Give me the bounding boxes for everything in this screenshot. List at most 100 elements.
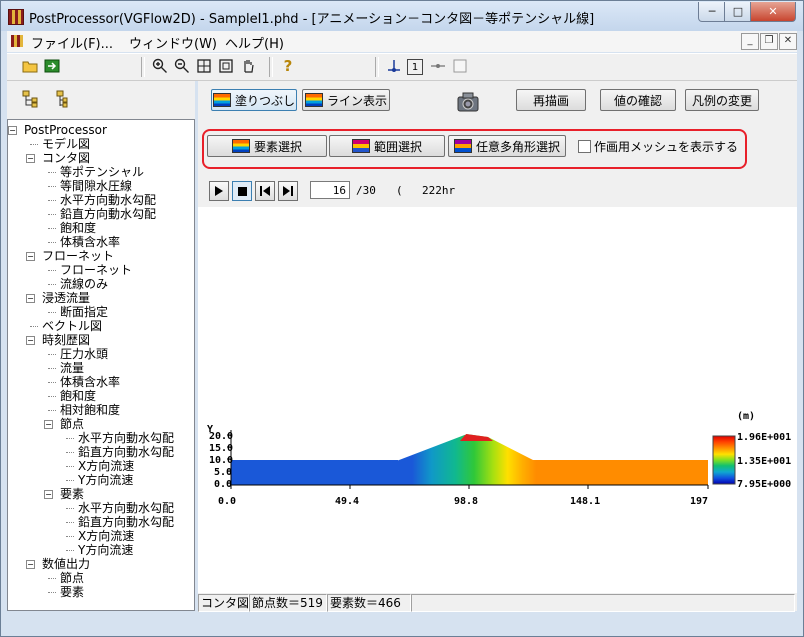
tree-item[interactable]: 流量 <box>60 361 84 375</box>
blank-frame-icon[interactable] <box>451 57 469 75</box>
camera-icon[interactable] <box>455 89 481 115</box>
tree-item[interactable]: 水平方向動水勾配 <box>78 431 174 445</box>
first-node-icon[interactable] <box>385 57 403 75</box>
tree-item[interactable]: 時刻歴図 <box>42 333 90 347</box>
change-legend-button[interactable]: 凡例の変更 <box>685 89 759 111</box>
maximize-button[interactable]: □ <box>724 2 752 22</box>
tree-item[interactable]: 飽和度 <box>60 389 96 403</box>
collapse-tree-icon[interactable] <box>51 90 69 108</box>
tree-collapse-toggle[interactable]: − <box>26 336 35 345</box>
step-forward-button[interactable] <box>278 181 298 201</box>
tree-collapse-toggle[interactable]: − <box>44 490 53 499</box>
tree-item[interactable]: 水平方向動水勾配 <box>60 193 156 207</box>
tree-connector-line <box>48 396 56 397</box>
tree-item[interactable]: 要素 <box>60 487 84 501</box>
export-icon[interactable] <box>43 57 61 75</box>
tree-item[interactable]: 体積含水率 <box>60 375 120 389</box>
expand-tree-icon[interactable] <box>21 90 39 108</box>
fit-view-icon[interactable] <box>195 57 213 75</box>
range-select-button[interactable]: 範囲選択 <box>329 135 445 157</box>
tree-item[interactable]: 等間隙水圧線 <box>60 179 132 193</box>
menu-file[interactable]: ファイル(F)... <box>31 33 113 52</box>
legend-min-label: 7.95E+000 <box>737 479 791 490</box>
fill-mode-button[interactable]: 塗りつぶし <box>211 89 297 111</box>
play-button[interactable] <box>209 181 229 201</box>
element-select-button[interactable]: 要素選択 <box>207 135 327 157</box>
tree-item[interactable]: 体積含水率 <box>60 235 120 249</box>
frame-input[interactable]: 16 <box>310 181 350 199</box>
tree-item[interactable]: モデル図 <box>42 137 90 151</box>
minimize-button[interactable]: ─ <box>698 2 726 22</box>
tree-item[interactable]: 飽和度 <box>60 221 96 235</box>
tree-collapse-toggle[interactable]: − <box>26 252 35 261</box>
tree-item[interactable]: 節点 <box>60 571 84 585</box>
total-frames: /30 <box>356 184 376 197</box>
tree-item[interactable]: ベクトル図 <box>42 319 102 333</box>
tree-collapse-toggle[interactable]: − <box>26 294 35 303</box>
tree-item[interactable]: 数値出力 <box>42 557 90 571</box>
line-mode-button[interactable]: ライン表示 <box>302 89 390 111</box>
tree-item[interactable]: 鉛直方向動水勾配 <box>78 515 174 529</box>
toolbar-separator <box>375 57 379 77</box>
line-node-icon[interactable] <box>429 57 447 75</box>
tree-item[interactable]: 流線のみ <box>60 277 108 291</box>
polygon-select-button[interactable]: 任意多角形選択 <box>448 135 566 157</box>
tree-item[interactable]: Y方向流速 <box>78 473 133 487</box>
menu-window[interactable]: ウィンドウ(W) <box>129 33 217 52</box>
tree-item[interactable]: X方向流速 <box>78 459 134 473</box>
element-select-icon <box>231 139 250 153</box>
tree-collapse-toggle[interactable]: − <box>44 420 53 429</box>
tree-collapse-toggle[interactable]: − <box>8 126 17 135</box>
x-tick-label: 0.0 <box>218 496 236 507</box>
tree-collapse-toggle[interactable]: − <box>26 154 35 163</box>
polygon-select-icon <box>453 139 472 153</box>
tree-item[interactable]: X方向流速 <box>78 529 134 543</box>
title-bar[interactable]: PostProcessor(VGFlow2D) - SampleI1.phd -… <box>1 1 803 31</box>
legend-unit: (m) <box>737 411 755 422</box>
close-button[interactable]: ✕ <box>750 2 796 22</box>
tree-item[interactable]: 要素 <box>60 585 84 599</box>
open-folder-icon[interactable] <box>21 57 39 75</box>
time-value: 222hr <box>422 184 456 197</box>
tree-item[interactable]: フローネット <box>60 263 132 277</box>
show-mesh-checkbox[interactable] <box>578 140 591 153</box>
window-zoom-icon[interactable] <box>217 57 235 75</box>
navigation-tree[interactable]: PostProcessor − モデル図 コンタ図 − 等ポテンシャル 等間隙水圧線 水平方向… <box>7 119 195 611</box>
mdi-restore-button[interactable]: ❐ <box>760 33 778 50</box>
zoom-out-icon[interactable] <box>173 57 191 75</box>
check-value-button[interactable]: 値の確認 <box>600 89 676 111</box>
tree-item[interactable]: 節点 <box>60 417 84 431</box>
tree-item[interactable]: 鉛直方向動水勾配 <box>78 445 174 459</box>
mdi-minimize-button[interactable]: _ <box>741 33 759 50</box>
x-tick-label: 197 <box>690 496 708 507</box>
tree-item[interactable]: コンタ図 <box>42 151 90 165</box>
tree-item[interactable]: Y方向流速 <box>78 543 133 557</box>
tree-connector-line <box>30 326 38 327</box>
tree-item[interactable]: PostProcessor <box>24 123 107 137</box>
tree-connector-line <box>48 354 56 355</box>
tree-item[interactable]: フローネット <box>42 249 114 263</box>
help-icon[interactable]: ? <box>279 57 297 75</box>
mdi-close-button[interactable]: ✕ <box>779 33 797 50</box>
tree-item[interactable]: 水平方向動水勾配 <box>78 501 174 515</box>
pan-hand-icon[interactable] <box>239 57 257 75</box>
tree-item[interactable]: 浸透流量 <box>42 291 90 305</box>
tree-item[interactable]: 圧力水頭 <box>60 347 108 361</box>
status-empty <box>411 594 795 612</box>
step-back-button[interactable] <box>255 181 275 201</box>
tree-item[interactable]: 鉛直方向動水勾配 <box>60 207 156 221</box>
tree-connector-line <box>66 452 74 453</box>
menu-help[interactable]: ヘルプ(H) <box>225 33 284 52</box>
contour-plot-canvas[interactable]: Y 20.0 15.0 10.0 5.0 0.0 0.0 49.4 98.8 1… <box>198 207 797 611</box>
redraw-button[interactable]: 再描画 <box>516 89 586 111</box>
tree-item[interactable]: 相対飽和度 <box>60 403 120 417</box>
frame-number-icon[interactable]: 1 <box>407 59 423 75</box>
seepage-domain <box>231 434 708 485</box>
document-icon[interactable] <box>11 35 23 47</box>
zoom-in-icon[interactable] <box>151 57 169 75</box>
tree-collapse-toggle[interactable]: − <box>26 560 35 569</box>
tree-item[interactable]: 等ポテンシャル <box>60 165 144 179</box>
y-tick-label: 5.0 <box>214 467 232 478</box>
stop-button[interactable] <box>232 181 252 201</box>
tree-item[interactable]: 断面指定 <box>60 305 108 319</box>
